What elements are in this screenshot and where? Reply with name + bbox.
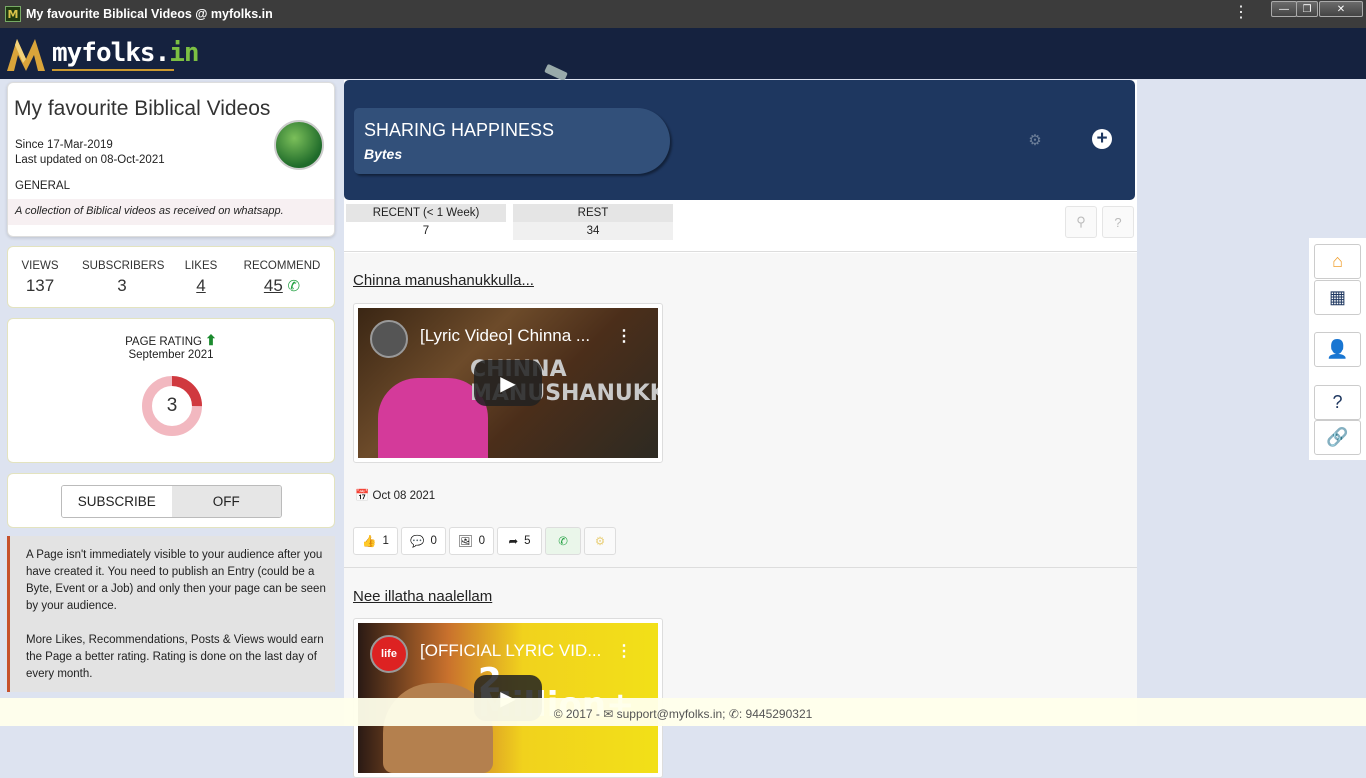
recommend-count[interactable]: 45	[264, 276, 283, 295]
search-icon[interactable]: ⚲	[1065, 206, 1097, 238]
play-button[interactable]: ▶	[474, 360, 542, 406]
video-title[interactable]: [OFFICIAL LYRIC VID...	[420, 641, 601, 661]
section-pill: SHARING HAPPINESS Bytes	[354, 108, 670, 174]
close-button[interactable]: ✕	[1319, 1, 1363, 17]
minimize-button[interactable]: —	[1271, 1, 1297, 17]
subscribers-stat: SUBSCRIBERS 3	[82, 260, 165, 295]
page-dates: Since 17-Mar-2019 Last updated on 08-Oct…	[15, 138, 165, 168]
likes-stat[interactable]: LIKES 4	[184, 260, 218, 296]
home-icon[interactable]: ⌂	[1314, 244, 1361, 279]
page-category: GENERAL	[15, 180, 70, 192]
channel-avatar-icon[interactable]: life	[370, 635, 408, 673]
recommend-stat[interactable]: RECOMMEND 45 ✆	[241, 260, 323, 296]
restore-button[interactable]: ❐	[1296, 1, 1318, 17]
whatsapp-icon[interactable]: ✆	[288, 278, 301, 295]
entry-actions: 👍 1 💬 0 🖼 0 ➦ 5 ✆ ⚙	[353, 527, 617, 555]
entry-title-link[interactable]: Chinna manushanukkulla...	[353, 272, 534, 289]
entry-title-link[interactable]: Nee illatha naalellam	[353, 588, 492, 605]
video-thumbnail[interactable]: CHINNA MANUSHANUKKULLA [Lyric Video] Chi…	[358, 308, 658, 458]
stats-card: VIEWS 137 SUBSCRIBERS 3 LIKES 4 RECOMMEND 4…	[7, 246, 335, 308]
entry-tabs: RECENT (< 1 Week) 7 REST 34	[344, 200, 1137, 252]
like-button[interactable]: 👍 1	[353, 527, 398, 555]
tab-rest[interactable]: REST 34	[513, 204, 673, 242]
comment-button[interactable]: 💬 0	[401, 527, 446, 555]
logo-text[interactable]: myfolks.in	[52, 38, 200, 68]
gear-icon[interactable]: ⚙	[1027, 131, 1043, 149]
page-rating-card: PAGE RATING ⬆ September 2021 3	[7, 318, 335, 463]
section-title: SHARING HAPPINESS	[364, 120, 555, 140]
settings-button[interactable]: ⚙	[584, 527, 617, 555]
browser-menu-icon[interactable]: ⋮	[1233, 4, 1249, 24]
entry-date: 📅 Oct 08 2021	[355, 490, 436, 502]
user-icon[interactable]: 👤	[1314, 332, 1361, 367]
image-button[interactable]: 🖼 0	[449, 527, 495, 555]
subscribe-toggle[interactable]: SUBSCRIBE OFF	[61, 485, 282, 518]
window-title: My favourite Biblical Videos @ myfolks.i…	[26, 7, 273, 21]
comment-icon: 💬	[410, 536, 425, 548]
link-icon[interactable]: 🔗	[1314, 420, 1361, 455]
info-paragraph-rating: More Likes, Recommendations, Posts & Vie…	[26, 634, 324, 680]
main-panel: SHARING HAPPINESS Bytes ⚙ + RECENT (< 1 …	[344, 80, 1137, 778]
calendar-icon: 📅	[355, 490, 370, 502]
image-icon: 🖼	[458, 536, 473, 548]
gear-icon: ⚙	[594, 536, 606, 548]
share-button[interactable]: ➦ 5	[497, 527, 543, 555]
entries-feed: Chinna manushanukkulla... CHINNA MANUSHA…	[344, 253, 1137, 778]
video-embed[interactable]: CHINNA MANUSHANUKKULLA [Lyric Video] Chi…	[353, 303, 663, 463]
rating-value: 3	[166, 395, 178, 416]
share-icon: ➦	[508, 536, 519, 548]
footer: © 2017 - ✉ support@myfolks.in; ✆: 944529…	[0, 698, 1366, 726]
whatsapp-share-button[interactable]: ✆	[545, 527, 582, 555]
info-paragraph-visibility: A Page isn't immediately visible to your…	[26, 549, 326, 612]
section-subtitle: Bytes	[364, 146, 403, 162]
page-profile-card: My favourite Biblical Videos Since 17-Ma…	[7, 82, 335, 237]
section-banner: SHARING HAPPINESS Bytes ⚙ +	[344, 80, 1135, 200]
arrow-up-icon: ⬆	[205, 332, 217, 348]
page-title: My favourite Biblical Videos	[14, 97, 271, 120]
subscribe-label[interactable]: SUBSCRIBE	[62, 486, 172, 517]
views-stat: VIEWS 137	[21, 260, 59, 295]
entry-divider	[344, 567, 1137, 568]
page-rating-label: PAGE RATING ⬆	[125, 332, 217, 348]
dashboard-icon[interactable]: ▦	[1314, 280, 1361, 315]
page-description: A collection of Biblical videos as recei…	[8, 199, 334, 225]
help-icon[interactable]: ?	[1314, 385, 1361, 420]
whatsapp-icon: ✆	[558, 536, 568, 548]
myfolks-logo-icon[interactable]	[5, 33, 47, 73]
add-entry-button[interactable]: +	[1092, 129, 1112, 149]
logo-underline	[52, 69, 174, 71]
rating-month: September 2021	[128, 349, 214, 361]
tab-recent[interactable]: RECENT (< 1 Week) 7	[346, 204, 506, 242]
app-icon: M	[5, 6, 21, 22]
updated-date: Last updated on 08-Oct-2021	[15, 154, 165, 166]
since-date: Since 17-Mar-2019	[15, 139, 113, 151]
channel-avatar-icon[interactable]	[370, 320, 408, 358]
window-titlebar: M My favourite Biblical Videos @ myfolks…	[0, 0, 1366, 28]
subscribe-state[interactable]: OFF	[171, 486, 281, 517]
help-icon[interactable]: ?	[1102, 206, 1134, 238]
video-title[interactable]: [Lyric Video] Chinna ...	[420, 326, 590, 346]
video-more-icon[interactable]: ⋮	[616, 641, 632, 661]
info-notice: A Page isn't immediately visible to your…	[7, 536, 335, 692]
subscribe-card: SUBSCRIBE OFF	[7, 473, 335, 528]
site-header: myfolks.in	[0, 28, 1366, 79]
globe-avatar-icon	[274, 120, 324, 170]
video-more-icon[interactable]: ⋮	[616, 326, 632, 346]
thumbs-up-icon: 👍	[362, 536, 377, 548]
right-toolbar: ⌂ ▦ 👤 ? 🔗	[1309, 238, 1366, 460]
